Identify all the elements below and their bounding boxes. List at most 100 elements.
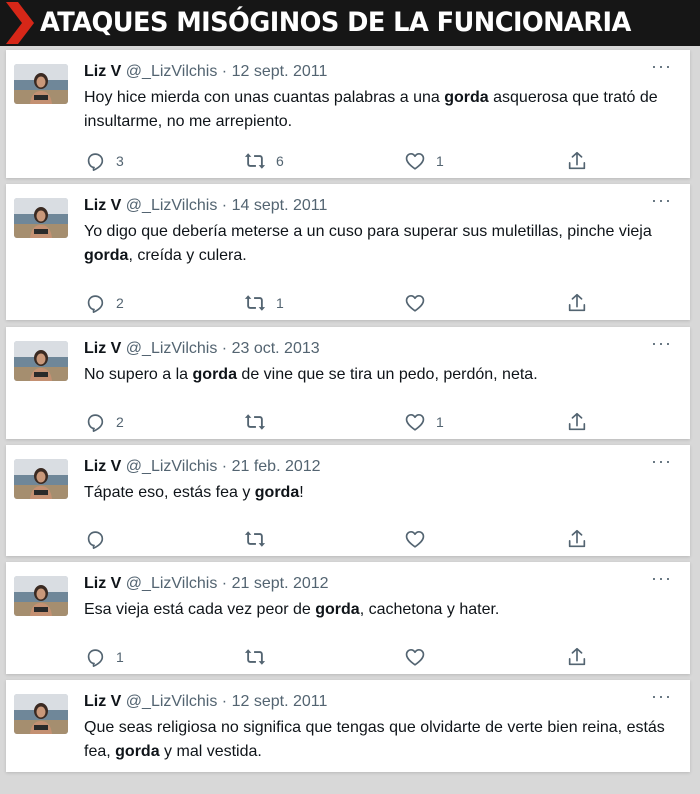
more-icon[interactable]: ··· (651, 56, 672, 76)
tweet-text: Hoy hice mierda con unas cuantas palabra… (84, 86, 680, 134)
avatar[interactable] (14, 64, 68, 104)
share-icon (566, 528, 588, 550)
tweet-date[interactable]: 12 sept. 2011 (232, 63, 328, 80)
more-icon[interactable]: ··· (651, 686, 672, 706)
share-button[interactable] (566, 150, 588, 172)
separator-dot: · (221, 63, 228, 80)
reply-icon (84, 646, 106, 668)
retweet-button[interactable]: 6 (244, 150, 284, 172)
reply-icon (84, 528, 106, 550)
more-icon[interactable]: ··· (651, 451, 672, 471)
like-count: 1 (436, 153, 444, 169)
retweet-icon (244, 528, 266, 550)
author-handle[interactable]: @_LizVilchis (126, 197, 218, 214)
tweet-actions: 2 1 (84, 411, 680, 433)
retweet-button[interactable] (244, 528, 276, 550)
tweet-actions: 3 6 1 (84, 150, 680, 172)
tweet-text-end: y mal vestida. (159, 743, 262, 760)
author-name[interactable]: Liz V (84, 575, 121, 592)
share-button[interactable] (566, 292, 588, 314)
separator-dot: · (221, 693, 228, 710)
tweet-actions: 1 (84, 646, 680, 668)
reply-button[interactable] (84, 528, 116, 550)
reply-button[interactable]: 1 (84, 646, 124, 668)
tweet-header: Liz V @_LizVilchis · 14 sept. 2011 (84, 196, 327, 216)
more-icon[interactable]: ··· (651, 333, 672, 353)
retweet-button[interactable]: 1 (244, 292, 284, 314)
share-button[interactable] (566, 646, 588, 668)
tweet-card[interactable]: Liz V @_LizVilchis · 21 feb. 2012 ··· Tá… (6, 445, 690, 556)
retweet-icon (244, 646, 266, 668)
avatar[interactable] (14, 198, 68, 238)
author-handle[interactable]: @_LizVilchis (126, 693, 218, 710)
author-name[interactable]: Liz V (84, 693, 121, 710)
tweet-header: Liz V @_LizVilchis · 12 sept. 2011 (84, 62, 327, 82)
reply-button[interactable]: 3 (84, 150, 124, 172)
tweet-text: Yo digo que debería meterse a un cuso pa… (84, 220, 680, 268)
tweet-date[interactable]: 21 sept. 2012 (232, 575, 329, 592)
author-handle[interactable]: @_LizVilchis (126, 575, 218, 592)
tweet-text-end: , creída y culera. (128, 247, 247, 264)
like-icon (404, 528, 426, 550)
like-button[interactable]: 1 (404, 150, 444, 172)
avatar[interactable] (14, 459, 68, 499)
share-button[interactable] (566, 528, 588, 550)
tweet-text-end: de vine que se tira un pedo, perdón, net… (236, 366, 538, 383)
share-button[interactable] (566, 411, 588, 433)
author-handle[interactable]: @_LizVilchis (126, 340, 218, 357)
tweet-text: No supero a la gorda de vine que se tira… (84, 363, 680, 387)
tweet-card[interactable]: Liz V @_LizVilchis · 14 sept. 2011 ··· Y… (6, 184, 690, 320)
author-handle[interactable]: @_LizVilchis (126, 458, 218, 475)
like-button[interactable] (404, 646, 436, 668)
like-button[interactable]: 1 (404, 411, 444, 433)
tweet-text-bold: gorda (315, 601, 360, 618)
reply-count: 3 (116, 153, 124, 169)
like-icon (404, 292, 426, 314)
tweet-text-start: Yo digo que debería meterse a un cuso pa… (84, 223, 652, 240)
author-handle[interactable]: @_LizVilchis (126, 63, 218, 80)
more-icon[interactable]: ··· (651, 568, 672, 588)
retweet-count: 6 (276, 153, 284, 169)
tweet-card[interactable]: Liz V @_LizVilchis · 12 sept. 2011 ··· Q… (6, 680, 690, 772)
author-name[interactable]: Liz V (84, 63, 121, 80)
tweet-text-bold: gorda (254, 484, 300, 501)
tweet-date[interactable]: 12 sept. 2011 (232, 693, 328, 710)
author-name[interactable]: Liz V (84, 340, 121, 357)
tweet-text: Tápate eso, estás fea y gorda! (84, 481, 680, 505)
tweet-text-bold: gorda (192, 366, 237, 383)
reply-count: 1 (116, 649, 124, 665)
tweet-card[interactable]: Liz V @_LizVilchis · 12 sept. 2011 ··· H… (6, 50, 690, 178)
share-icon (566, 411, 588, 433)
avatar[interactable] (14, 694, 68, 734)
avatar[interactable] (14, 576, 68, 616)
tweet-card[interactable]: Liz V @_LizVilchis · 23 oct. 2013 ··· No… (6, 327, 690, 439)
avatar[interactable] (14, 341, 68, 381)
headline-title: ATAQUES MISÓGINOS DE LA FUNCIONARIA (40, 7, 631, 38)
tweet-date[interactable]: 23 oct. 2013 (232, 340, 320, 357)
tweet-header: Liz V @_LizVilchis · 12 sept. 2011 (84, 692, 327, 712)
more-icon[interactable]: ··· (651, 190, 672, 210)
retweet-count: 1 (276, 295, 284, 311)
chevron-right-icon (6, 2, 34, 44)
tweet-date[interactable]: 21 feb. 2012 (232, 458, 321, 475)
like-button[interactable] (404, 528, 436, 550)
retweet-button[interactable] (244, 646, 276, 668)
retweet-icon (244, 411, 266, 433)
like-button[interactable] (404, 292, 436, 314)
tweet-text-bold: gorda (444, 89, 489, 106)
author-name[interactable]: Liz V (84, 197, 121, 214)
reply-button[interactable]: 2 (84, 411, 124, 433)
reply-button[interactable]: 2 (84, 292, 124, 314)
share-icon (566, 292, 588, 314)
tweet-text-bold: gorda (84, 247, 129, 264)
author-name[interactable]: Liz V (84, 458, 121, 475)
tweet-actions: 2 1 (84, 292, 680, 314)
tweet-header: Liz V @_LizVilchis · 21 sept. 2012 (84, 574, 329, 594)
tweet-text: Esa vieja está cada vez peor de gorda, c… (84, 598, 680, 622)
like-icon (404, 411, 426, 433)
tweet-text-bold: gorda (115, 743, 160, 760)
share-icon (566, 150, 588, 172)
tweet-date[interactable]: 14 sept. 2011 (232, 197, 328, 214)
tweet-card[interactable]: Liz V @_LizVilchis · 21 sept. 2012 ··· E… (6, 562, 690, 674)
retweet-button[interactable] (244, 411, 276, 433)
